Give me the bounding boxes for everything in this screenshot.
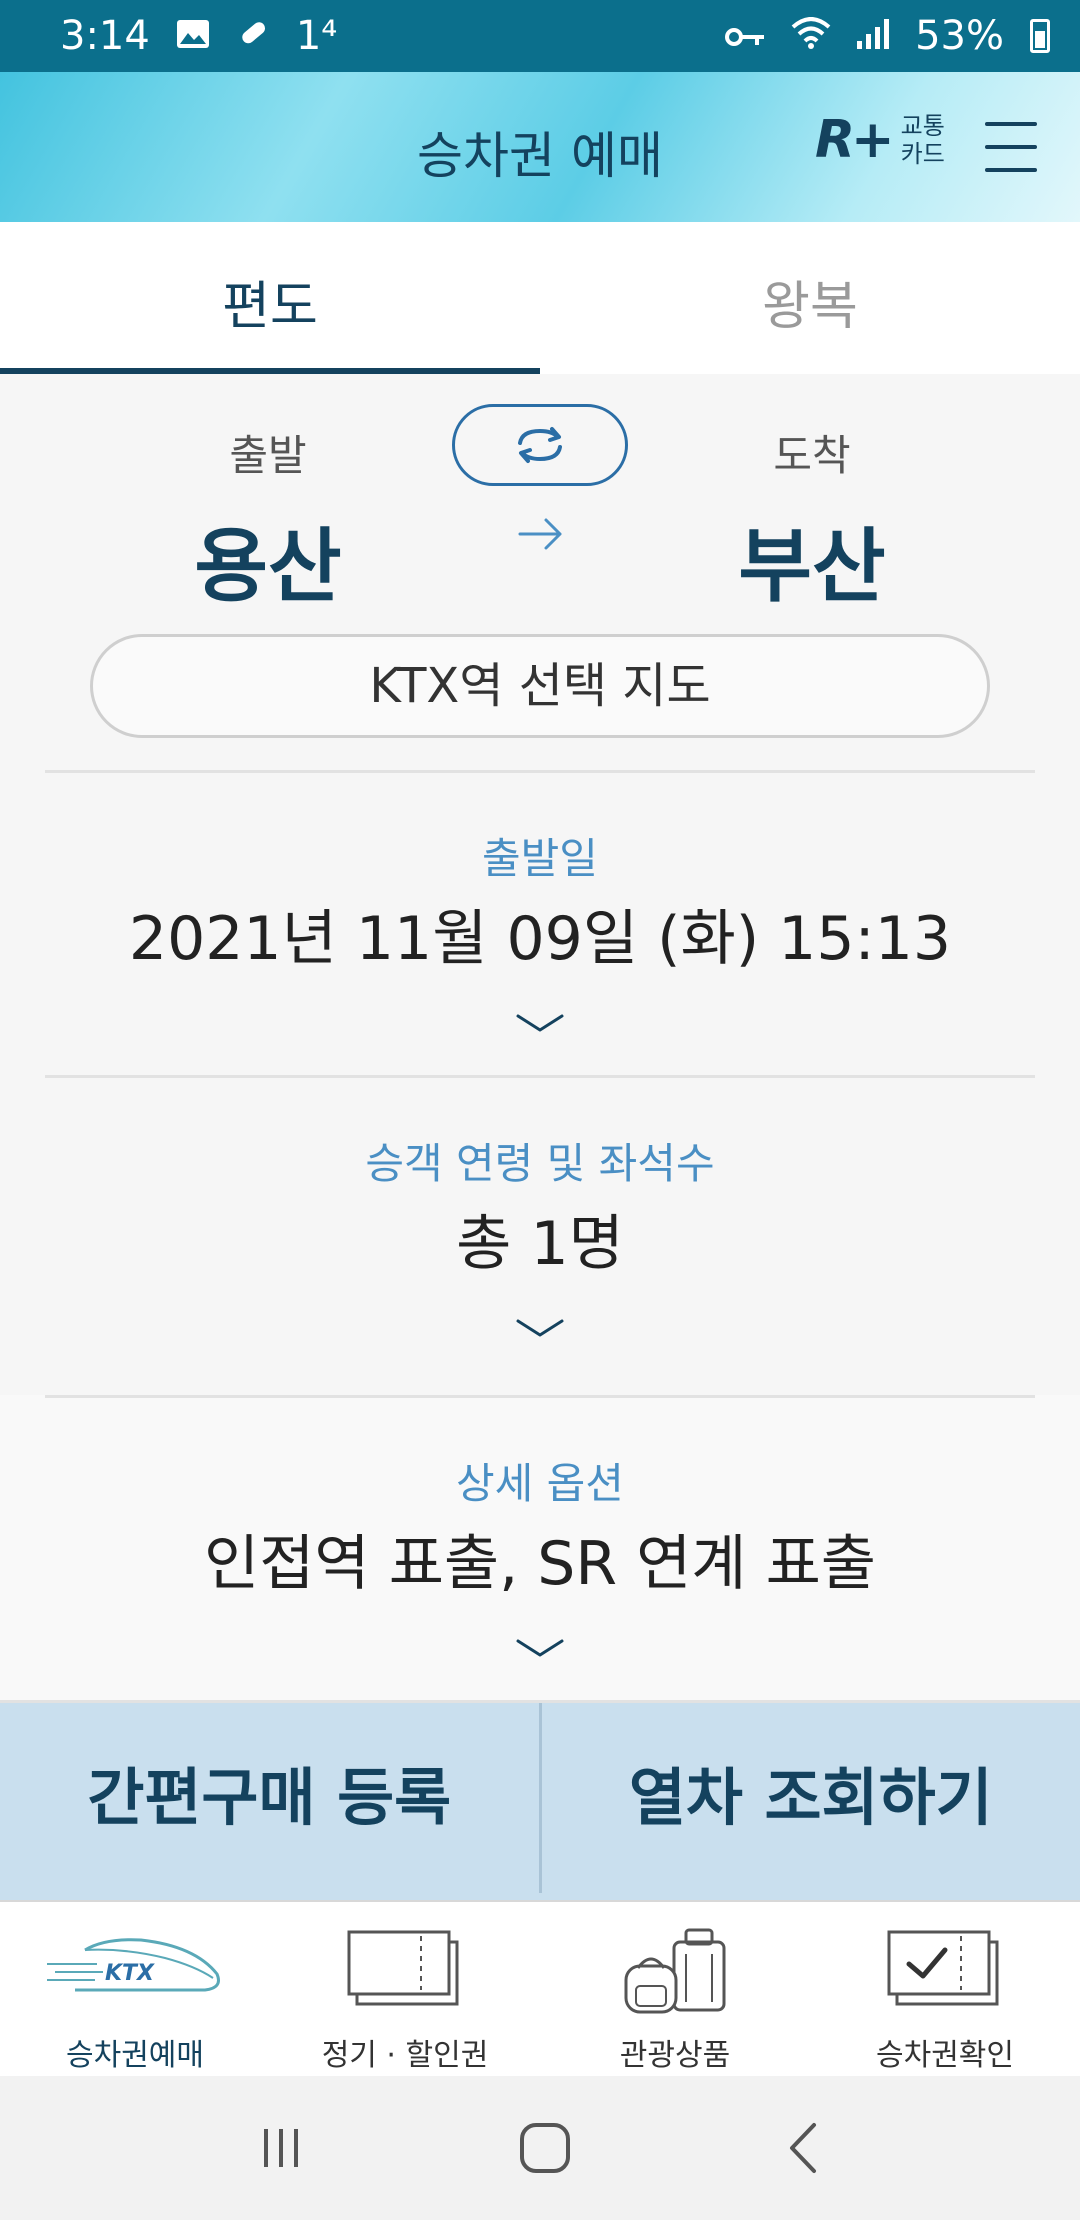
luggage-icon [624, 1928, 726, 2014]
system-navigation-bar [0, 2076, 1080, 2220]
passengers-label: 승객 연령 및 좌석수 [365, 1139, 715, 1188]
arrow-right-icon [518, 518, 562, 550]
hamburger-menu-icon[interactable] [985, 122, 1037, 172]
bottom-navigation: KTX 승차권예매 정기 · 할인권 관광상품 승차권확인 [0, 1900, 1080, 2076]
ktx-train-icon: KTX [47, 1938, 220, 1992]
status-bar: 3:14 1⁴ 53% [0, 0, 1080, 72]
nav-label: 정기 · 할인권 [321, 2038, 489, 2073]
departure-date-section[interactable]: 출발일 2021년 11월 09일 (화) 15:13 [0, 770, 1080, 1075]
action-bar: 간편구매 등록 열차 조회하기 [0, 1700, 1080, 1900]
home-icon[interactable] [518, 2121, 572, 2175]
status-time: 3:14 [60, 13, 150, 59]
swap-icon [518, 427, 562, 463]
svg-text:KTX: KTX [105, 1961, 155, 1986]
pill-notification-icon [236, 13, 270, 59]
options-label: 상세 옵션 [456, 1459, 624, 1508]
arrival-station[interactable]: 부산 [662, 502, 962, 618]
trip-type-tabs: 편도 왕복 [0, 222, 1080, 374]
card-logo-mark: R+ [815, 110, 895, 170]
swap-stations-button[interactable] [452, 404, 628, 486]
options-value: 인접역 표출, SR 연계 표출 [204, 1529, 876, 1599]
back-icon[interactable] [784, 2121, 824, 2175]
card-logo-text-2: 카드 [900, 140, 945, 168]
tab-round-trip[interactable]: 왕복 [540, 222, 1080, 374]
arrival-label: 도착 [773, 431, 851, 480]
nav-label: 승차권예매 [66, 2038, 204, 2073]
tab-one-way[interactable]: 편도 [0, 222, 540, 374]
quick-purchase-button[interactable]: 간편구매 등록 [0, 1703, 539, 1900]
departure-station[interactable]: 용산 [118, 502, 418, 618]
search-trains-button[interactable]: 열차 조회하기 [542, 1703, 1080, 1900]
nav-item-ticket-check[interactable]: 승차권확인 [810, 1902, 1080, 2076]
status-notification-count: 1⁴ [295, 13, 338, 59]
options-section[interactable]: 상세 옵션 인접역 표출, SR 연계 표출 [0, 1395, 1080, 1700]
passengers-section[interactable]: 승객 연령 및 좌석수 총 1명 [0, 1075, 1080, 1380]
wifi-icon [791, 13, 831, 59]
battery-icon [1030, 19, 1050, 53]
ticket-check-icon [887, 1930, 999, 2006]
card-logo-text-1: 교통 [900, 112, 945, 140]
image-notification-icon [176, 13, 210, 59]
battery-percent: 53% [915, 13, 1004, 59]
transport-card-logo[interactable]: R+ 교통 카드 [815, 110, 945, 170]
station-map-button[interactable]: KTX역 선택 지도 [90, 634, 990, 738]
divider [45, 770, 1035, 773]
vpn-key-icon [725, 13, 765, 59]
chevron-down-icon[interactable] [514, 1008, 566, 1038]
nav-item-ticket-booking[interactable]: KTX 승차권예매 [0, 1902, 270, 2076]
departure-date-value: 2021년 11월 09일 (화) 15:13 [128, 904, 952, 974]
chevron-down-icon[interactable] [514, 1313, 566, 1343]
signal-icon [857, 13, 890, 59]
nav-label: 관광상품 [619, 2038, 731, 2073]
passengers-value: 총 1명 [456, 1209, 624, 1279]
nav-item-passes[interactable]: 정기 · 할인권 [270, 1902, 540, 2076]
departure-date-label: 출발일 [482, 834, 598, 883]
route-selector: 출발 도착 용산 부산 KTX역 선택 지도 [0, 374, 1080, 770]
chevron-down-icon[interactable] [514, 1633, 566, 1663]
nav-item-tour-products[interactable]: 관광상품 [540, 1902, 810, 2076]
departure-label: 출발 [229, 431, 307, 480]
ticket-icon [347, 1930, 459, 2006]
divider [45, 1395, 1035, 1398]
divider [45, 1075, 1035, 1078]
recent-apps-icon[interactable] [256, 2123, 306, 2173]
nav-label: 승차권확인 [876, 2038, 1014, 2073]
app-header: 승차권 예매 R+ 교통 카드 [0, 72, 1080, 222]
